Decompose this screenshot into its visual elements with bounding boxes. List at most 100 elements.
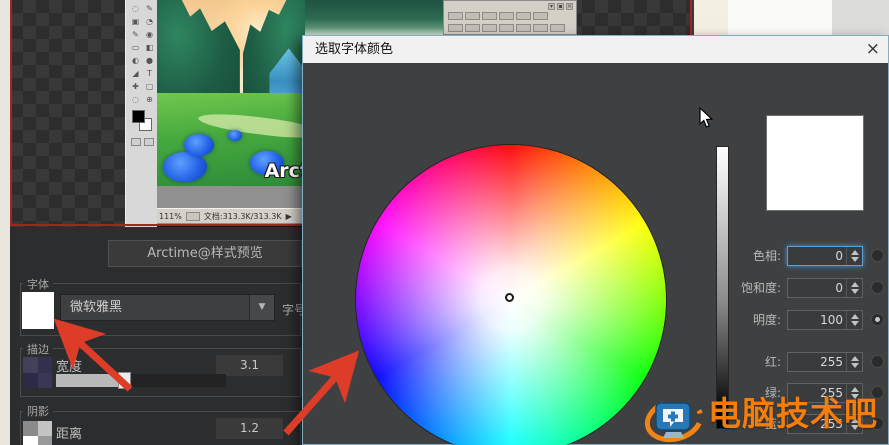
blue-value: 255 [820, 416, 843, 431]
document-status-bar: 111% 文档:313.3K/313.3K ▶ [157, 208, 305, 223]
spinner-arrows-icon[interactable] [846, 414, 862, 433]
green-spinner-field[interactable]: 255 [787, 382, 863, 403]
current-color-swatch [767, 116, 863, 210]
brush-tool-icon[interactable]: ✎ [129, 29, 142, 41]
quick-select-tool-icon[interactable]: ✎ [143, 3, 156, 15]
blue-spinner-field[interactable]: 255 [787, 413, 863, 434]
color-wheel[interactable] [356, 145, 666, 445]
eraser-tool-icon[interactable]: ▭ [129, 42, 142, 54]
brightness-radio[interactable] [871, 313, 884, 326]
stroke-group-label: 描边 [23, 341, 53, 357]
toolbar-button[interactable] [465, 24, 480, 32]
blue-radio[interactable] [871, 417, 884, 430]
lasso-tool-icon[interactable]: ◌ [129, 3, 142, 15]
minimize-icon[interactable]: ▾ [548, 3, 555, 10]
spinner-arrows-icon[interactable] [846, 278, 862, 297]
fg-bg-color-chips[interactable] [126, 108, 157, 138]
red-row: 红: 255 [723, 351, 889, 372]
gradient-tool-icon[interactable]: ◧ [143, 42, 156, 54]
spinner-arrows-icon[interactable] [846, 246, 862, 265]
style-preview-input[interactable]: Arctime@样式预览 [108, 240, 302, 267]
toolbar-button[interactable] [465, 12, 480, 20]
font-color-swatch[interactable] [22, 292, 54, 329]
toolbar-button[interactable] [516, 24, 531, 32]
font-family-dropdown[interactable]: 微软雅黑 ▼ [60, 294, 275, 321]
toolbar-button[interactable] [499, 12, 514, 20]
stroke-color-swatch[interactable] [23, 357, 52, 388]
brightness-row: 明度: 100 [723, 309, 889, 330]
spinner-arrows-icon[interactable] [846, 310, 862, 329]
toolbar-button[interactable] [482, 12, 497, 20]
font-group-label: 字体 [23, 276, 53, 292]
red-spinner-field[interactable]: 255 [787, 351, 863, 372]
toolbar-button[interactable] [448, 12, 463, 20]
foreground-color-chip[interactable] [132, 110, 145, 123]
toolbar-button[interactable] [499, 24, 514, 32]
red-label: 红: [764, 355, 781, 369]
spinner-arrows-icon[interactable] [846, 352, 862, 371]
toolbar-button[interactable] [448, 24, 463, 32]
quick-mask-icon[interactable] [144, 138, 154, 146]
path-select-tool-icon[interactable]: ◢ [129, 68, 142, 80]
stamp-tool-icon[interactable]: ◉ [143, 29, 156, 41]
ps-document-window: Arct 111% 文档:313.3K/313.3K ▶ [157, 0, 305, 229]
spinner-arrows-icon[interactable] [846, 383, 862, 402]
brightness-label: 明度: [752, 313, 781, 327]
toolbar-button[interactable] [533, 12, 548, 20]
style-editor-panel: Arctime@样式预览 字体 微软雅黑 ▼ 字号 描边 宽度 3.1 阴影 距… [10, 227, 306, 445]
shadow-color-swatch[interactable] [23, 421, 52, 445]
brightness-spinner-field[interactable]: 100 [787, 309, 863, 330]
font-family-value: 微软雅黑 [70, 300, 123, 315]
hand-tool-icon[interactable]: ◌ [129, 94, 142, 106]
preview-window-sliver [305, 0, 445, 35]
toolbar-button[interactable] [533, 24, 548, 32]
red-radio[interactable] [871, 355, 884, 368]
slider-handle[interactable] [118, 372, 131, 389]
toolbar-button[interactable] [550, 24, 565, 32]
dialog-title: 选取字体颜色 [315, 42, 394, 57]
saturation-radio[interactable] [871, 281, 884, 294]
stroke-width-slider[interactable] [56, 372, 226, 389]
hue-radio[interactable] [871, 249, 884, 262]
red-value: 255 [820, 354, 843, 369]
green-radio[interactable] [871, 386, 884, 399]
saturation-label: 饱和度: [740, 281, 781, 295]
rectangle-tool-icon[interactable]: ▢ [143, 81, 156, 93]
text-tool-icon[interactable]: T [143, 68, 156, 80]
toolbar-button[interactable] [516, 12, 531, 20]
hue-row: 色相: 0 [723, 245, 889, 266]
hue-spinner-field[interactable]: 0 [787, 245, 863, 266]
ps-tool-palette: ◌ ✎ ▣ ◔ ✎ ◉ ▭ ◧ ◐ ● ◢ T ✚ ▢ ◌ ⊕ [125, 0, 158, 231]
close-icon[interactable]: × [866, 36, 880, 62]
smudge-tool-icon[interactable]: ● [143, 55, 156, 67]
shadow-distance-value[interactable]: 1.2 [216, 418, 283, 439]
background-window-block [832, 0, 889, 35]
chevron-down-icon[interactable]: ▼ [249, 295, 274, 320]
eyedropper-tool-icon[interactable]: ◔ [143, 16, 156, 28]
toolbar-button[interactable] [482, 24, 497, 32]
standard-mode-icon[interactable] [131, 138, 141, 146]
green-value: 255 [820, 385, 843, 400]
stroke-width-value[interactable]: 3.1 [216, 355, 283, 376]
dialog-titlebar[interactable]: 选取字体颜色 × [303, 36, 888, 63]
mini-toolbar-row [448, 12, 548, 20]
crop-tool-icon[interactable]: ▣ [129, 16, 142, 28]
maximize-icon[interactable]: ▪ [557, 3, 564, 10]
pen-tool-icon[interactable]: ✚ [129, 81, 142, 93]
green-label: 绿: [764, 386, 781, 400]
shadow-distance-label: 距离 [56, 427, 83, 442]
zoom-tool-icon[interactable]: ⊕ [143, 94, 156, 106]
ps-tool-grid: ◌ ✎ ▣ ◔ ✎ ◉ ▭ ◧ ◐ ● ◢ T ✚ ▢ ◌ ⊕ [126, 0, 157, 106]
color-wheel-marker[interactable] [505, 293, 514, 302]
status-box [185, 211, 200, 221]
hue-value: 0 [835, 248, 843, 263]
font-color-picker-dialog: 选取字体颜色 × 色相: 0 饱和度: 0 明度: 100 红: 255 绿: … [302, 35, 889, 445]
dodge-tool-icon[interactable]: ◐ [129, 55, 142, 67]
close-icon[interactable]: × [566, 3, 573, 10]
small-toolbar-window: ▾ ▪ × [443, 0, 577, 35]
screen: ◌ ✎ ▣ ◔ ✎ ◉ ▭ ◧ ◐ ● ◢ T ✚ ▢ ◌ ⊕ Arct 111% [0, 0, 889, 445]
zoom-level[interactable]: 111% [159, 212, 182, 221]
background-window-block [694, 0, 728, 35]
status-flyout-arrow[interactable]: ▶ [286, 212, 292, 221]
saturation-spinner-field[interactable]: 0 [787, 277, 863, 298]
